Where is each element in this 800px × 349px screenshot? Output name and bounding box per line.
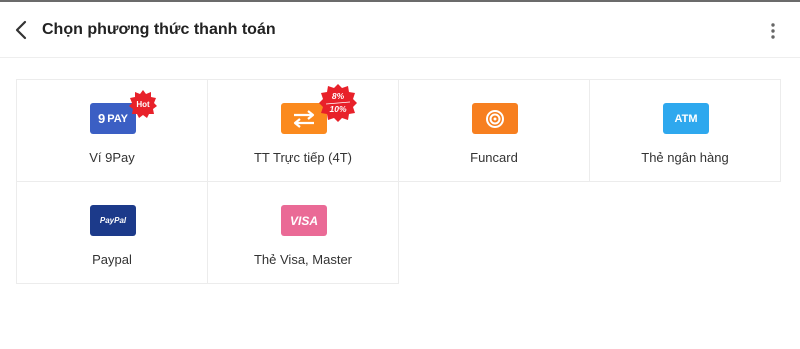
payment-method-funcard[interactable]: Funcard bbox=[398, 79, 590, 182]
page-title: Chọn phương thức thanh toán bbox=[42, 21, 276, 38]
funcard-swirl-icon bbox=[486, 109, 504, 128]
payment-method-label: Ví 9Pay bbox=[89, 150, 135, 165]
paypal-icon: PayPal bbox=[90, 205, 136, 236]
discount-badge-icon: 8% 10% bbox=[319, 84, 357, 122]
header-bar: Chọn phương thức thanh toán bbox=[0, 2, 800, 58]
payment-method-label: Paypal bbox=[92, 252, 132, 267]
9pay-icon-text: PAY bbox=[107, 112, 129, 125]
atm-icon: ATM bbox=[663, 103, 709, 134]
hot-badge-icon: Hot bbox=[129, 90, 157, 118]
discount-badge-bottom: 10% bbox=[329, 104, 346, 114]
more-vertical-icon bbox=[771, 23, 775, 39]
chevron-left-icon bbox=[15, 20, 27, 40]
payment-method-9pay[interactable]: 9 PAY Hot Ví 9Pay bbox=[16, 79, 208, 182]
payment-method-label: Thẻ Visa, Master bbox=[253, 252, 353, 267]
discount-badge-top: 8% bbox=[332, 91, 345, 101]
payment-method-paypal[interactable]: PayPal Paypal bbox=[16, 181, 208, 284]
visa-icon: VISA bbox=[281, 205, 327, 236]
transfer-arrows-icon bbox=[293, 109, 315, 128]
back-button[interactable] bbox=[10, 16, 34, 44]
payment-method-label: TT Trực tiếp (4T) bbox=[253, 150, 353, 165]
payment-method-direct[interactable]: 8% 10% TT Trực tiếp (4T) bbox=[207, 79, 399, 182]
9pay-icon-prefix: 9 bbox=[97, 111, 106, 126]
funcard-icon bbox=[472, 103, 518, 134]
payment-method-atm[interactable]: ATM Thẻ ngân hàng bbox=[589, 79, 781, 182]
more-options-button[interactable] bbox=[764, 18, 782, 44]
payment-method-visa[interactable]: VISA Thẻ Visa, Master bbox=[207, 181, 399, 284]
payment-method-label: Thẻ ngân hàng bbox=[641, 150, 729, 165]
payment-method-label: Funcard bbox=[470, 150, 518, 165]
hot-badge-text: Hot bbox=[136, 100, 150, 109]
